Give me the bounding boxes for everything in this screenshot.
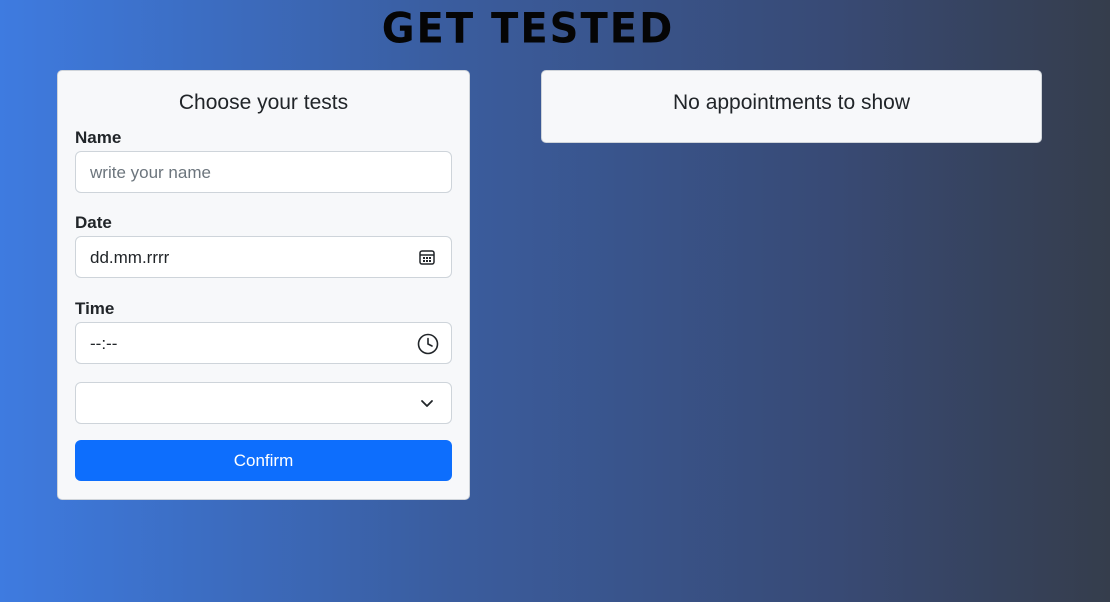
date-input[interactable]: dd.mm.rrrr: [75, 236, 452, 278]
confirm-button[interactable]: Confirm: [75, 440, 452, 481]
clock-icon[interactable]: [417, 333, 439, 355]
form-heading: Choose your tests: [178, 91, 349, 114]
test-form-card: Choose your tests Name write your name D…: [57, 70, 470, 500]
time-label: Time: [75, 299, 115, 318]
date-value: dd.mm.rrrr: [90, 248, 170, 267]
chevron-down-icon: [417, 393, 437, 413]
date-label: Date: [75, 213, 112, 232]
appointments-card: No appointments to show: [541, 70, 1042, 143]
name-label: Name: [75, 128, 122, 147]
name-placeholder: write your name: [90, 163, 211, 182]
no-appointments-message: No appointments to show: [673, 91, 910, 114]
calendar-icon[interactable]: [417, 247, 437, 267]
test-select[interactable]: [75, 382, 452, 424]
name-input[interactable]: write your name: [75, 151, 452, 193]
time-value: --:--: [90, 334, 118, 353]
page-title: GET TESTED: [381, 4, 675, 54]
time-input[interactable]: --:--: [75, 322, 452, 364]
